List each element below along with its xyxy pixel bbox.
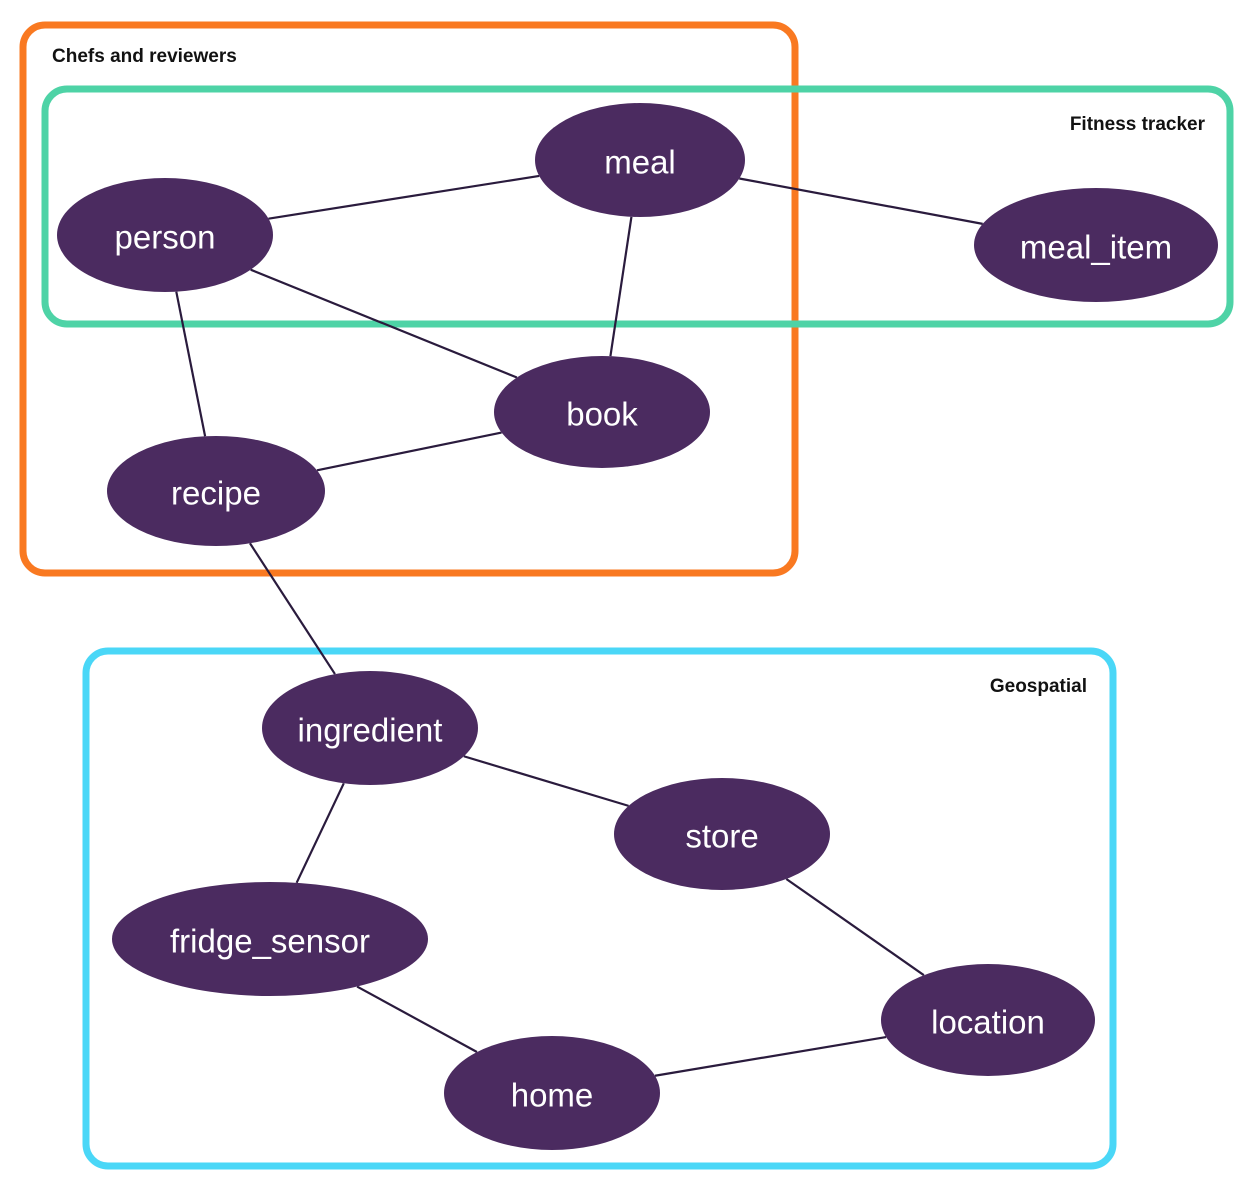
node-label-store: store	[685, 818, 758, 855]
group-label-geospatial: Geospatial	[990, 676, 1087, 697]
node-label-ingredient: ingredient	[298, 712, 443, 749]
node-label-meal: meal	[604, 144, 676, 181]
node-meal_item[interactable]: meal_item	[974, 188, 1218, 302]
node-person[interactable]: person	[57, 178, 273, 292]
edge-person-meal	[268, 174, 540, 220]
node-ingredient[interactable]: ingredient	[262, 671, 478, 785]
edge-fridge-home	[356, 985, 478, 1053]
node-label-recipe: recipe	[171, 475, 261, 512]
nodes-layer: person meal meal_itembook recipe ingredient s…	[57, 103, 1218, 1150]
node-fridge_sensor[interactable]: fridge_sensor	[112, 882, 428, 996]
node-book[interactable]: book	[494, 356, 710, 468]
group-label-chefs: Chefs and reviewers	[52, 46, 237, 67]
edge-ingredient-fridge	[295, 782, 345, 884]
edge-ingredient-store	[463, 755, 629, 807]
diagram-canvas: person meal meal_itembook recipe ingredient s…	[0, 0, 1256, 1191]
edge-person-recipe	[175, 291, 207, 437]
edge-meal-meal_item	[739, 177, 983, 225]
edge-recipe-book	[316, 431, 502, 472]
node-recipe[interactable]: recipe	[107, 436, 325, 546]
edge-store-location	[785, 878, 925, 977]
node-store[interactable]: store	[614, 778, 830, 890]
node-label-book: book	[566, 396, 638, 433]
node-label-location: location	[931, 1004, 1045, 1041]
node-location[interactable]: location	[881, 964, 1095, 1076]
graph-svg: person meal meal_itembook recipe ingredient s…	[19, 21, 1234, 1170]
node-label-meal_item: meal_item	[1020, 229, 1172, 266]
node-home[interactable]: home	[444, 1036, 660, 1150]
node-label-person: person	[115, 219, 216, 256]
group-label-fitness: Fitness tracker	[1070, 114, 1206, 135]
node-label-home: home	[511, 1077, 594, 1114]
edge-location-home	[654, 1035, 887, 1077]
edge-meal-book	[609, 216, 633, 357]
node-label-fridge_sensor: fridge_sensor	[170, 923, 370, 960]
node-meal[interactable]: meal	[535, 103, 745, 217]
